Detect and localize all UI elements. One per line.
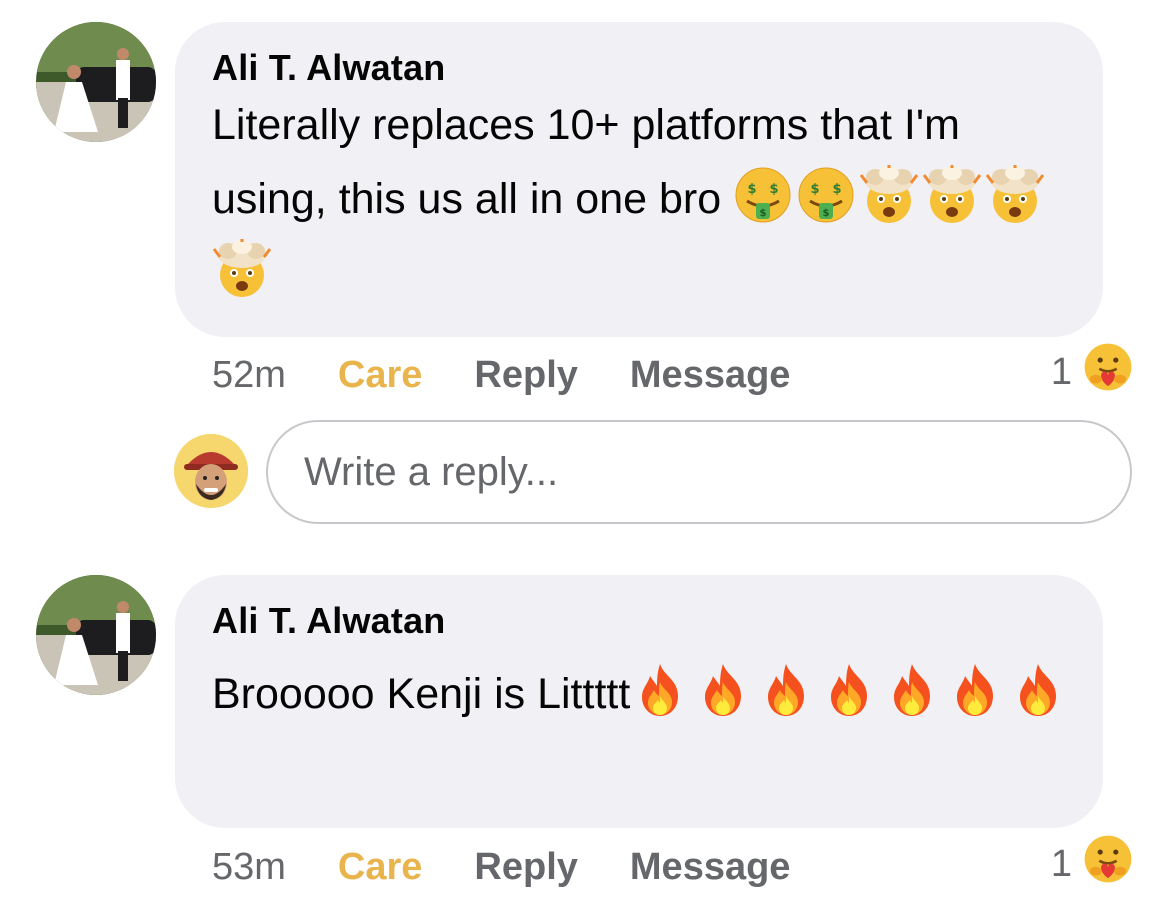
money-mouth-face-icon [733, 165, 793, 225]
exploding-head-icon [859, 165, 919, 225]
exploding-head-icon [985, 165, 1045, 225]
reaction-summary[interactable]: 1 [1051, 838, 1134, 890]
care-button[interactable]: Care [338, 846, 423, 889]
reaction-count: 1 [1050, 350, 1072, 393]
reply-composer [174, 420, 1134, 526]
reply-button[interactable]: Reply [474, 846, 577, 889]
care-reaction-icon [1082, 341, 1134, 403]
comment-author[interactable]: Ali T. Alwatan [212, 47, 446, 89]
comment-timestamp[interactable]: 52m [212, 354, 286, 397]
reply-input[interactable] [266, 420, 1132, 524]
fire-icon [945, 660, 1005, 720]
fire-icon [882, 660, 942, 720]
fire-icon [630, 660, 690, 720]
comment-text: Brooooo Kenji is Littttt [212, 657, 1073, 731]
care-button[interactable]: Care [338, 354, 423, 397]
reaction-count: 1 [1050, 842, 1072, 885]
message-button[interactable]: Message [630, 846, 791, 889]
fire-icon [693, 660, 753, 720]
reaction-summary[interactable]: 1 [1051, 346, 1134, 398]
comment-bubble: Ali T. Alwatan Brooooo Kenji is Littttt [175, 575, 1103, 828]
care-reaction-icon [1082, 833, 1134, 895]
exploding-head-icon [922, 165, 982, 225]
author-avatar[interactable] [36, 575, 156, 695]
comment-text: Literally replaces 10+ platforms that I'… [212, 88, 1073, 310]
comment-bubble: Ali T. Alwatan Literally replaces 10+ pl… [175, 22, 1103, 337]
comment-author[interactable]: Ali T. Alwatan [212, 600, 446, 642]
exploding-head-icon [212, 239, 272, 299]
money-mouth-face-icon [796, 165, 856, 225]
author-avatar[interactable] [36, 22, 156, 142]
comment-timestamp[interactable]: 53m [212, 846, 286, 889]
avatar-photo [36, 22, 156, 142]
message-button[interactable]: Message [630, 354, 791, 397]
comment-actions: 52m Care Reply Message [212, 350, 842, 400]
fire-icon [756, 660, 816, 720]
fire-icon [819, 660, 879, 720]
fire-icon [1008, 660, 1068, 720]
avatar-photo [174, 434, 248, 508]
reply-button[interactable]: Reply [474, 354, 577, 397]
comment-actions: 53m Care Reply Message [212, 842, 842, 892]
current-user-avatar[interactable] [174, 434, 248, 508]
comment-text-content: Brooooo Kenji is Littttt [212, 670, 631, 718]
avatar-photo [36, 575, 156, 695]
